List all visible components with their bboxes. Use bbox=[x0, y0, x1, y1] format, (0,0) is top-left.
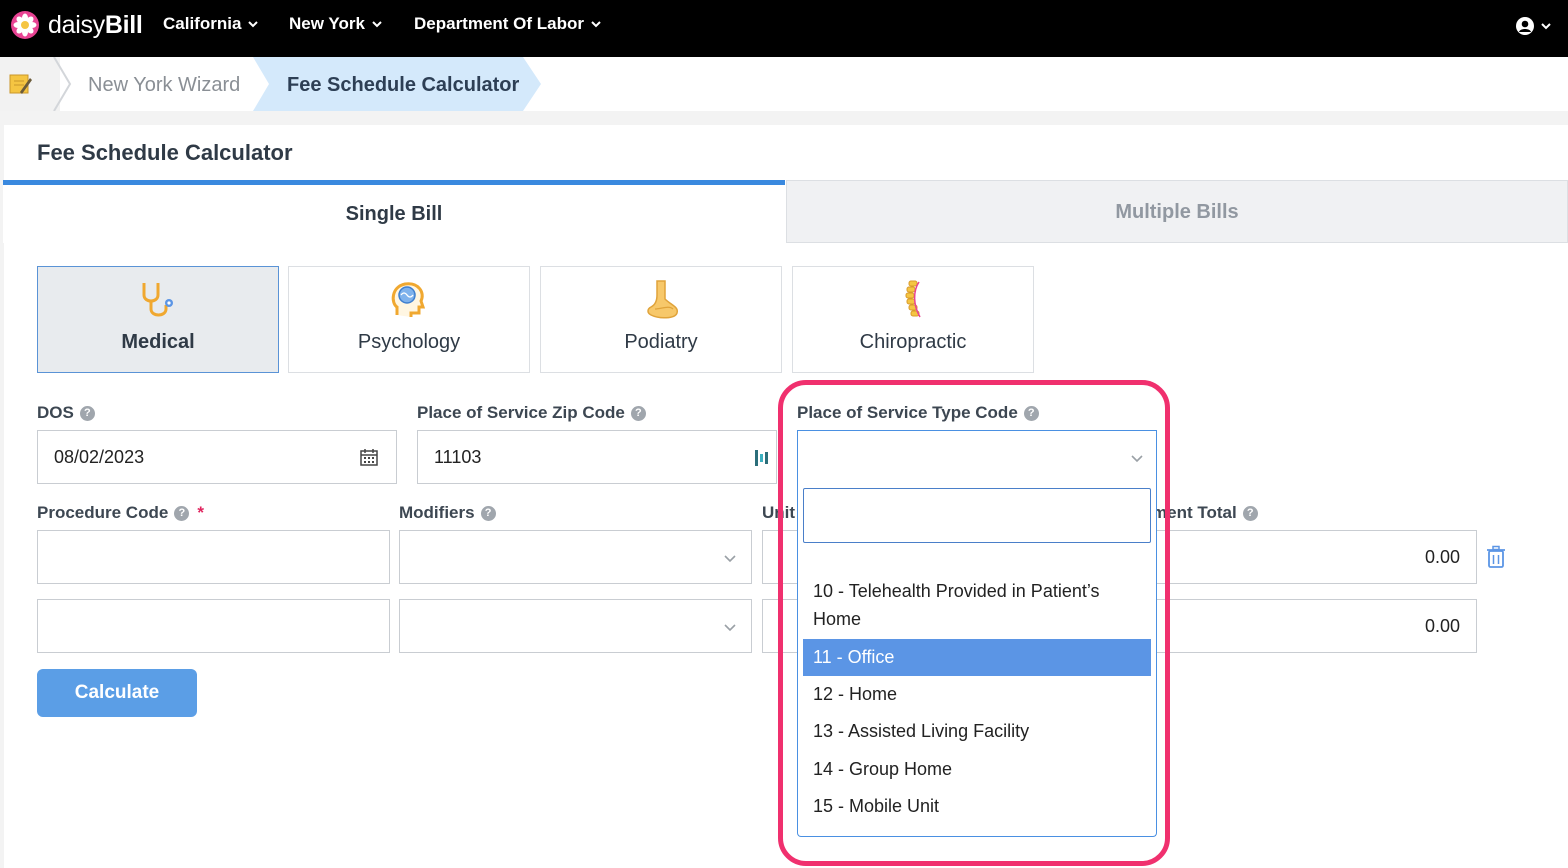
payment-total-label: ment Total bbox=[1152, 503, 1237, 522]
notepad-pencil-icon bbox=[9, 74, 32, 94]
daisybill-logo[interactable]: daisyBill bbox=[10, 10, 143, 40]
modifiers-select[interactable] bbox=[399, 530, 752, 584]
procedure-label-group: Procedure Code ? * bbox=[37, 503, 204, 523]
type-chiropractic-button[interactable]: Chiropractic bbox=[792, 266, 1034, 373]
pos-option-10[interactable]: 10 - Telehealth Provided in Patient’s Ho… bbox=[803, 577, 1151, 633]
calendar-icon[interactable] bbox=[360, 448, 378, 466]
type-medical-label: Medical bbox=[121, 331, 195, 353]
logo-text: daisyBill bbox=[48, 11, 143, 40]
page-title: Fee Schedule Calculator bbox=[37, 140, 293, 165]
calculate-button[interactable]: Calculate bbox=[37, 669, 197, 717]
nav-new-york-label: New York bbox=[289, 14, 365, 33]
pos-option-13[interactable]: 13 - Assisted Living Facility bbox=[803, 717, 1151, 745]
nav-new-york[interactable]: New York bbox=[289, 14, 383, 34]
breadcrumb-new-york-wizard[interactable]: New York Wizard bbox=[88, 74, 240, 97]
help-icon[interactable]: ? bbox=[1023, 405, 1039, 421]
chevron-down-icon bbox=[724, 555, 736, 563]
payment-total-field: 0.00 bbox=[1152, 599, 1477, 653]
total-label-group: ment Total ? bbox=[1152, 503, 1258, 523]
pos-option-11[interactable]: 11 - Office bbox=[803, 639, 1151, 676]
modifiers-label-group: Modifiers ? bbox=[399, 503, 496, 523]
dos-label: DOS bbox=[37, 403, 74, 422]
type-chiropractic-label: Chiropractic bbox=[859, 331, 967, 353]
dos-field[interactable]: 08/02/2023 bbox=[37, 430, 397, 484]
logo-text-part1: daisy bbox=[48, 10, 105, 39]
tab-multiple-bills[interactable]: Multiple Bills bbox=[786, 180, 1568, 243]
units-label: Unit bbox=[762, 503, 796, 522]
zip-code-value: 11103 bbox=[434, 446, 482, 467]
chevron-down-icon bbox=[372, 21, 382, 28]
autofill-icon[interactable] bbox=[754, 448, 770, 468]
logo-text-part2: Bill bbox=[104, 10, 143, 39]
procedure-code-input[interactable] bbox=[37, 599, 390, 653]
payment-total-value: 0.00 bbox=[1424, 546, 1460, 567]
type-psychology-label: Psychology bbox=[357, 331, 461, 353]
trash-icon[interactable] bbox=[1486, 545, 1506, 569]
chevron-down-icon bbox=[724, 624, 736, 632]
zip-label-group: Place of Service Zip Code ? bbox=[417, 403, 646, 423]
pos-type-search-input[interactable] bbox=[803, 488, 1151, 543]
pos-type-label: Place of Service Type Code bbox=[797, 403, 1018, 422]
pos-option-15[interactable]: 15 - Mobile Unit bbox=[803, 792, 1151, 820]
dos-label-group: DOS ? bbox=[37, 403, 95, 423]
help-icon[interactable]: ? bbox=[630, 405, 646, 421]
type-medical-button[interactable]: Medical bbox=[37, 266, 279, 373]
type-psychology-button[interactable]: Psychology bbox=[288, 266, 530, 373]
payment-total-field: 0.00 bbox=[1152, 530, 1477, 584]
chevron-down-icon bbox=[1541, 23, 1551, 30]
tab-single-bill[interactable]: Single Bill bbox=[3, 180, 785, 243]
pos-type-select[interactable] bbox=[797, 430, 1157, 484]
breadcrumb: New York Wizard Fee Schedule Calculator bbox=[0, 57, 1568, 111]
units-label-group: Unit bbox=[762, 503, 795, 523]
user-avatar-icon bbox=[1516, 17, 1534, 35]
required-marker: * bbox=[197, 503, 204, 522]
modifiers-label: Modifiers bbox=[399, 503, 475, 522]
procedure-code-input[interactable] bbox=[37, 530, 390, 584]
top-navbar: daisyBill California New York Department… bbox=[0, 0, 1568, 57]
nav-department-of-labor[interactable]: Department Of Labor bbox=[414, 14, 602, 34]
zip-code-field[interactable]: 11103 bbox=[417, 430, 777, 484]
dos-value: 08/02/2023 bbox=[54, 446, 145, 467]
breadcrumb-home[interactable] bbox=[0, 57, 60, 111]
foot-icon bbox=[647, 280, 679, 319]
modifiers-select[interactable] bbox=[399, 599, 752, 653]
chevron-down-icon bbox=[591, 21, 601, 28]
nav-california-label: California bbox=[163, 14, 242, 33]
user-menu[interactable] bbox=[1515, 16, 1552, 36]
help-icon[interactable]: ? bbox=[174, 505, 190, 521]
stethoscope-icon bbox=[142, 283, 173, 317]
pos-type-label-group: Place of Service Type Code ? bbox=[797, 403, 1039, 423]
zip-label: Place of Service Zip Code bbox=[417, 403, 625, 422]
payment-total-value: 0.00 bbox=[1424, 615, 1460, 636]
procedure-code-label: Procedure Code bbox=[37, 503, 169, 522]
brain-head-icon bbox=[391, 282, 426, 317]
pos-option-14[interactable]: 14 - Group Home bbox=[803, 755, 1151, 783]
nav-california[interactable]: California bbox=[163, 14, 259, 34]
help-icon[interactable]: ? bbox=[1242, 505, 1258, 521]
nav-department-of-labor-label: Department Of Labor bbox=[414, 14, 585, 33]
pos-option-12[interactable]: 12 - Home bbox=[803, 680, 1151, 708]
help-icon[interactable]: ? bbox=[79, 405, 95, 421]
breadcrumb-fee-schedule-calculator: Fee Schedule Calculator bbox=[287, 74, 520, 96]
daisy-flower-icon bbox=[11, 11, 39, 39]
help-icon[interactable]: ? bbox=[480, 505, 496, 521]
breadcrumb-separator-icon bbox=[53, 57, 72, 111]
type-podiatry-button[interactable]: Podiatry bbox=[540, 266, 782, 373]
type-podiatry-label: Podiatry bbox=[624, 331, 698, 353]
chevron-down-icon bbox=[1131, 455, 1143, 463]
chevron-down-icon bbox=[248, 21, 259, 28]
spine-icon bbox=[905, 280, 921, 318]
